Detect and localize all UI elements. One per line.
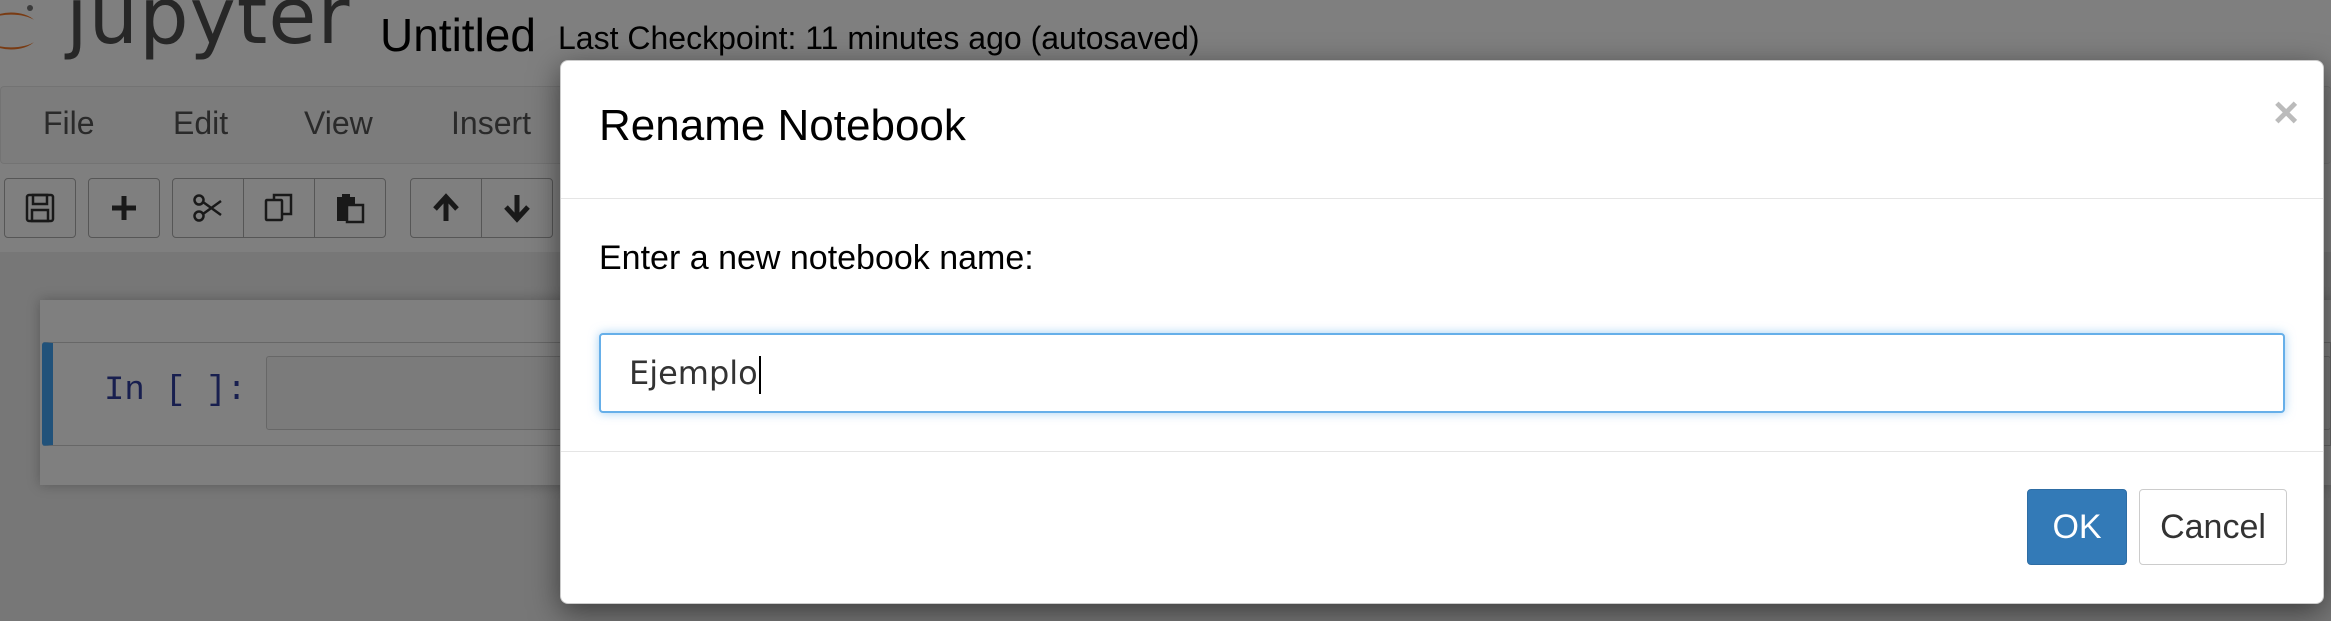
text-caret (758, 356, 761, 394)
notebook-name-input-value: Ejemplo (629, 354, 758, 392)
close-icon[interactable]: × (2273, 91, 2299, 135)
notebook-name-input[interactable]: Ejemplo (599, 333, 2285, 413)
dialog-title: Rename Notebook (599, 101, 966, 150)
rename-notebook-dialog: Rename Notebook × Enter a new notebook n… (560, 60, 2324, 604)
cancel-button[interactable]: Cancel (2139, 489, 2287, 565)
dialog-header: Rename Notebook × (561, 61, 2323, 199)
notebook-name-label: Enter a new notebook name: (599, 239, 1034, 277)
jupyter-notebook-window: jupyter Untitled Last Checkpoint: 11 min… (0, 0, 2331, 621)
ok-button[interactable]: OK (2027, 489, 2127, 565)
